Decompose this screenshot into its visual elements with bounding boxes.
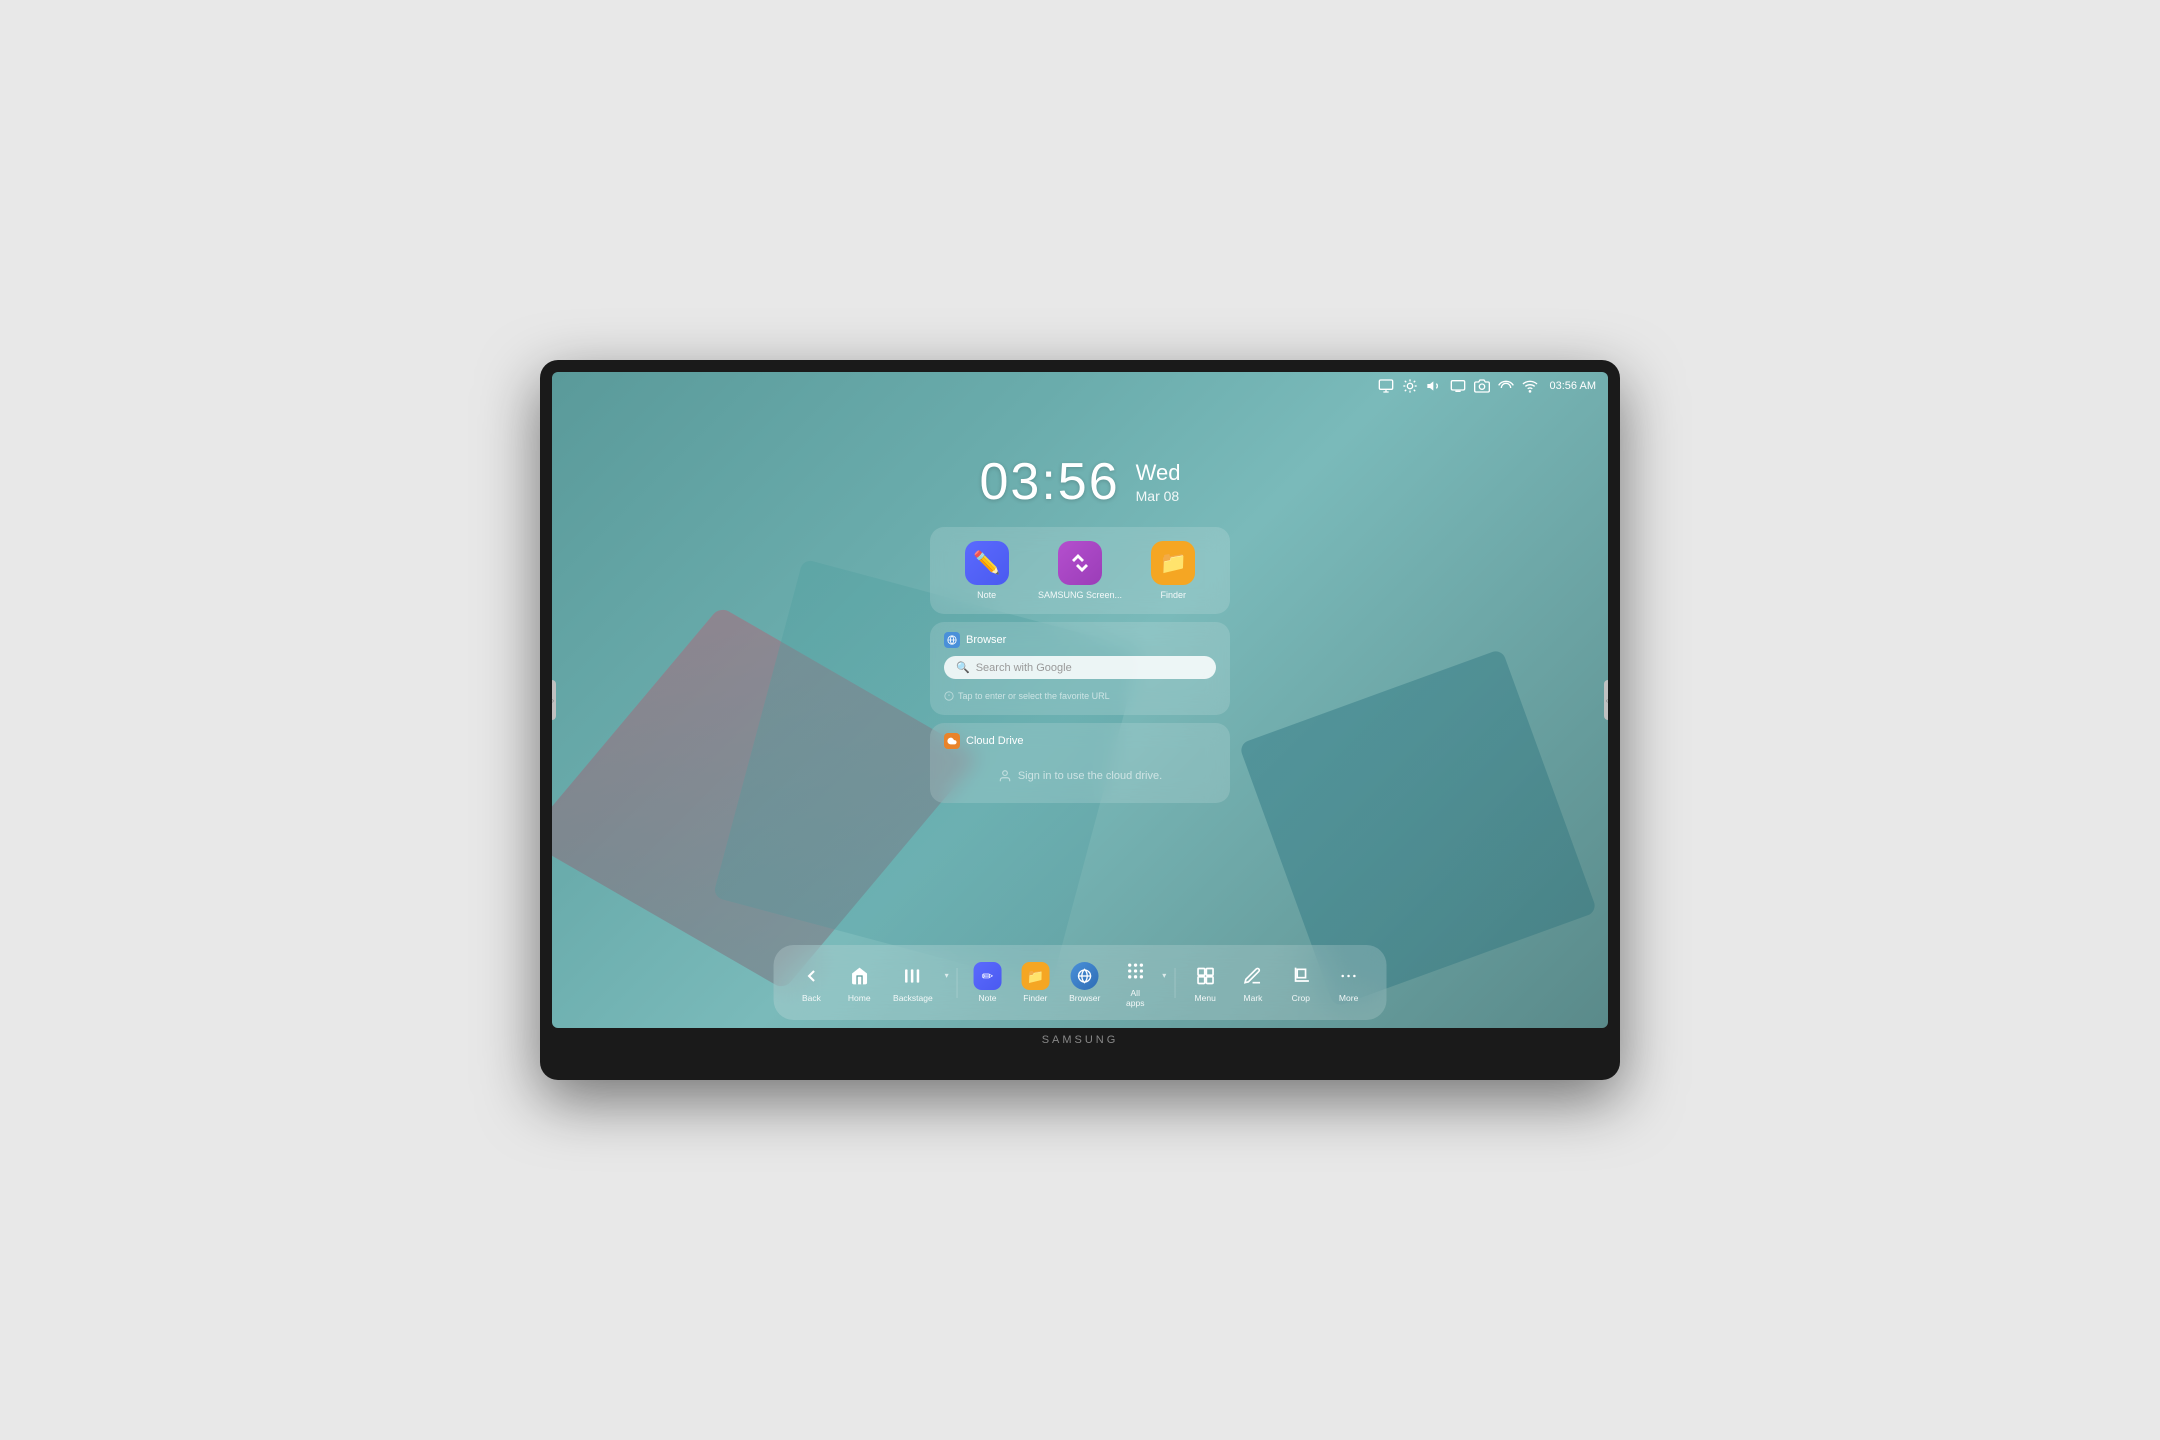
left-handle[interactable]: › <box>552 680 556 720</box>
taskbar-more[interactable]: More <box>1327 958 1371 1007</box>
cloud-header-icon <box>944 733 960 749</box>
menu-label: Menu <box>1195 993 1216 1003</box>
home-label: Home <box>848 993 871 1003</box>
right-handle[interactable]: ‹ <box>1604 680 1608 720</box>
clock-date: Wed Mar 08 <box>1136 460 1181 504</box>
samsung-screen-label: SAMSUNG Screen... <box>1038 590 1122 600</box>
clock-monthday: Mar 08 <box>1136 488 1181 504</box>
search-icon: 🔍 <box>956 661 970 674</box>
browser-search-bar[interactable]: 🔍 Search with Google <box>944 656 1216 679</box>
app-finder[interactable]: 📁 Finder <box>1151 541 1195 600</box>
browser-taskbar-icon <box>1071 962 1099 990</box>
browser-label: Browser <box>1069 993 1100 1003</box>
browser-widget-header: Browser <box>944 632 1216 648</box>
taskbar-allapps[interactable]: All apps <box>1112 953 1158 1012</box>
note-app-label: Note <box>977 590 996 600</box>
menu-icon <box>1191 962 1219 990</box>
samsung-screen-app-icon <box>1058 541 1102 585</box>
favorites-hint-text: Tap to enter or select the favorite URL <box>958 691 1110 701</box>
taskbar-backstage[interactable]: Backstage <box>885 958 940 1007</box>
taskbar-divider-2 <box>1174 968 1175 998</box>
tv-frame: 03:56 AM › ‹ 03:56 Wed Mar 08 ✏️ Note <box>540 360 1620 1080</box>
browser-favorites-hint: Tap to enter or select the favorite URL <box>944 687 1216 705</box>
finder-taskbar-icon: 📁 <box>1021 962 1049 990</box>
back-icon <box>797 962 825 990</box>
taskbar-crop[interactable]: Crop <box>1279 958 1323 1007</box>
crop-icon <box>1287 962 1315 990</box>
note-label: Note <box>979 993 997 1003</box>
widgets-area: ✏️ Note SAMSUNG Screen... 📁 Finder <box>930 527 1230 803</box>
cloud-widget-header: Cloud Drive <box>944 733 1216 749</box>
cloud-signin-area[interactable]: Sign in to use the cloud drive. <box>944 769 1216 783</box>
home-icon <box>845 962 873 990</box>
cloud-widget-title: Cloud Drive <box>966 735 1023 747</box>
taskbar-home[interactable]: Home <box>837 958 881 1007</box>
browser-widget-title: Browser <box>966 634 1006 646</box>
taskbar-note[interactable]: ✏ Note <box>966 958 1010 1007</box>
clock-time: 03:56 <box>980 452 1120 512</box>
mark-label: Mark <box>1244 993 1263 1003</box>
camera-icon[interactable] <box>1474 378 1490 394</box>
backstage-dropdown-icon[interactable]: ▾ <box>945 971 949 980</box>
volume-icon[interactable] <box>1426 378 1442 394</box>
tv-bottom-bezel: SAMSUNG <box>552 1028 1608 1052</box>
cloud-signin-text: Sign in to use the cloud drive. <box>1018 770 1162 782</box>
taskbar-finder[interactable]: 📁 Finder <box>1013 958 1057 1007</box>
clock-widget: 03:56 Wed Mar 08 <box>980 452 1181 512</box>
status-bar: 03:56 AM <box>1366 372 1608 400</box>
finder-app-label: Finder <box>1161 590 1187 600</box>
samsung-logo: SAMSUNG <box>1042 1034 1119 1046</box>
finder-app-icon: 📁 <box>1151 541 1195 585</box>
finder-label: Finder <box>1023 993 1047 1003</box>
mark-icon <box>1239 962 1267 990</box>
more-label: More <box>1339 993 1358 1003</box>
cloud-drive-widget: Cloud Drive Sign in to use the cloud dri… <box>930 723 1230 803</box>
taskbar-mark[interactable]: Mark <box>1231 958 1275 1007</box>
allapps-dropdown-icon[interactable]: ▾ <box>1162 971 1166 980</box>
back-label: Back <box>802 993 821 1003</box>
taskbar-menu[interactable]: Menu <box>1183 958 1227 1007</box>
screen-mirror-icon[interactable] <box>1378 378 1394 394</box>
status-time: 03:56 AM <box>1550 380 1596 392</box>
search-placeholder: Search with Google <box>976 662 1072 674</box>
taskbar-divider-1 <box>957 968 958 998</box>
backstage-label: Backstage <box>893 993 933 1003</box>
allapps-taskbar-icon <box>1121 957 1149 985</box>
clock-day: Wed <box>1136 460 1181 486</box>
more-icon <box>1335 962 1363 990</box>
app-samsung-screen[interactable]: SAMSUNG Screen... <box>1038 541 1122 600</box>
browser-header-icon <box>944 632 960 648</box>
browser-widget: Browser 🔍 Search with Google Tap to ente… <box>930 622 1230 715</box>
taskbar-browser[interactable]: Browser <box>1061 958 1108 1007</box>
screen-icon[interactable] <box>1450 378 1466 394</box>
app-shortcuts-widget: ✏️ Note SAMSUNG Screen... 📁 Finder <box>930 527 1230 614</box>
crop-label: Crop <box>1292 993 1310 1003</box>
taskbar: Back Home Backstage ▾ ✏ Note <box>774 945 1387 1020</box>
backstage-icon <box>899 962 927 990</box>
taskbar-back[interactable]: Back <box>790 958 834 1007</box>
wifi-icon[interactable] <box>1522 378 1538 394</box>
app-note[interactable]: ✏️ Note <box>965 541 1009 600</box>
note-taskbar-icon: ✏ <box>974 962 1002 990</box>
tv-screen: 03:56 AM › ‹ 03:56 Wed Mar 08 ✏️ Note <box>552 372 1608 1028</box>
note-app-icon: ✏️ <box>965 541 1009 585</box>
network-icon[interactable] <box>1498 378 1514 394</box>
allapps-label: All apps <box>1120 988 1150 1008</box>
brightness-icon[interactable] <box>1402 378 1418 394</box>
